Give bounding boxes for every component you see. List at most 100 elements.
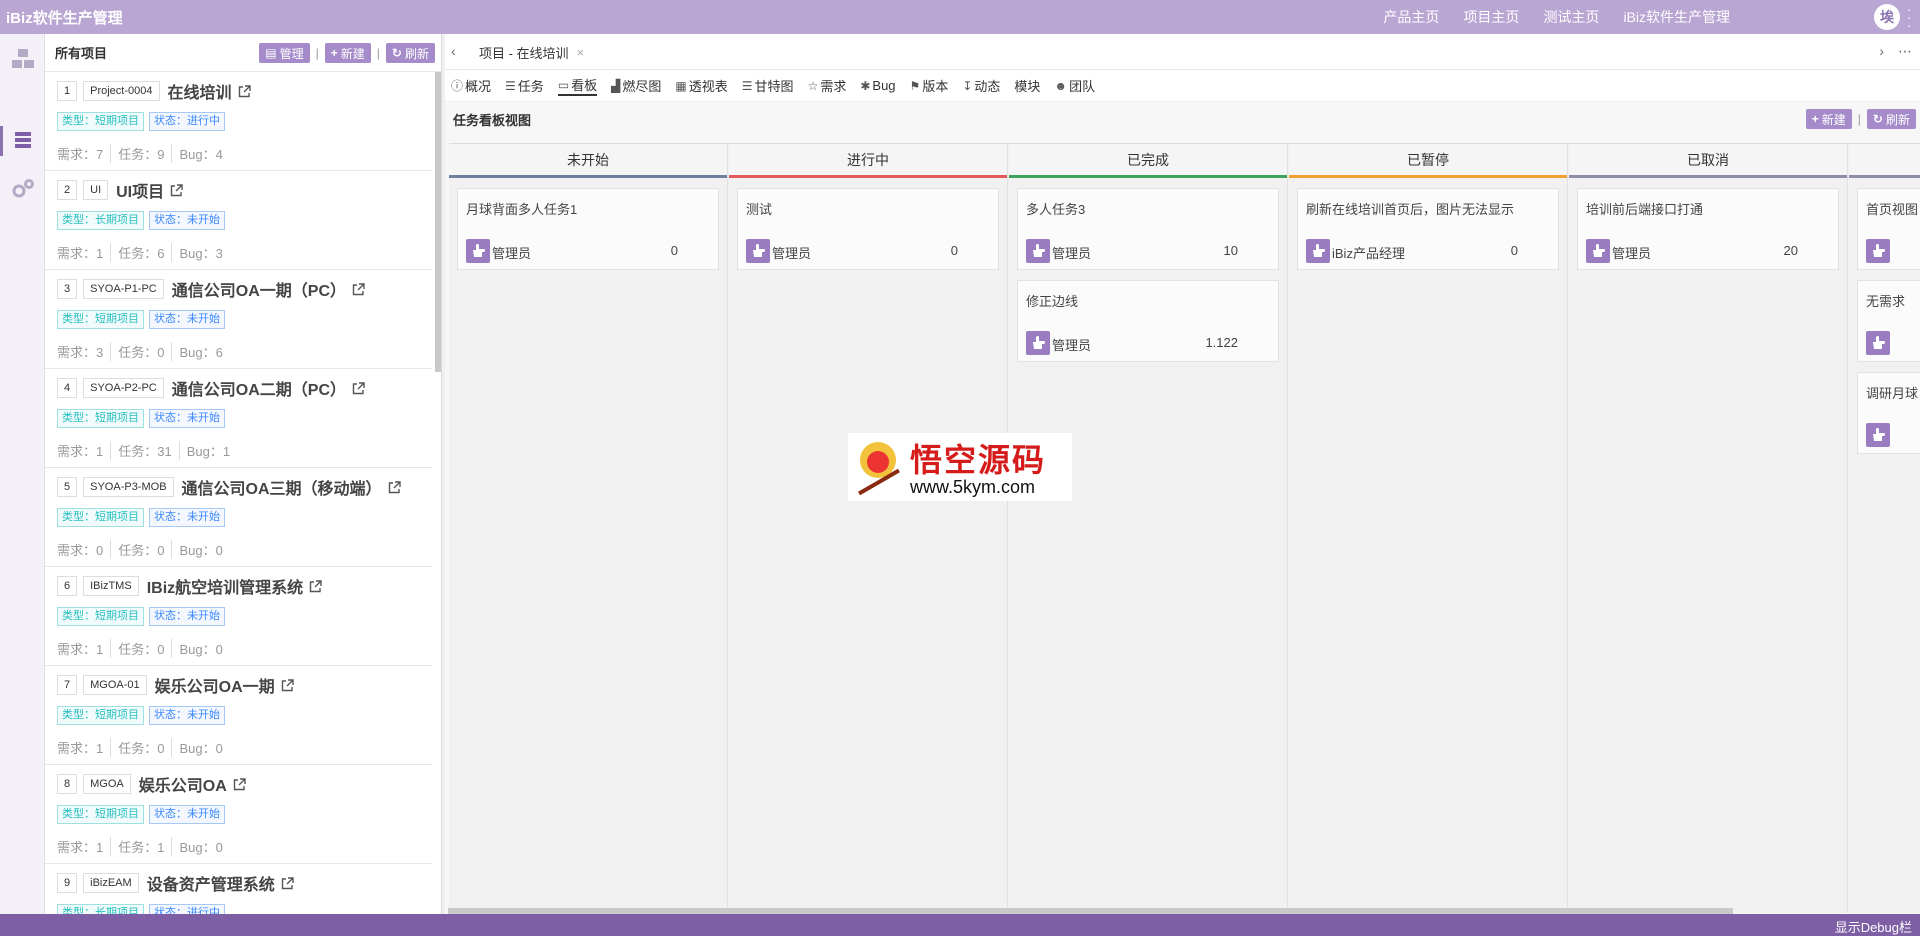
external-link-icon[interactable] [352, 381, 365, 395]
project-name[interactable]: IBiz航空培训管理系统 [147, 574, 303, 598]
kanban-card[interactable]: 修正边线 管理员 1.122 [1017, 280, 1279, 362]
subnav-item[interactable]: ⓘ 概况 [451, 76, 491, 95]
nav-test-home[interactable]: 测试主页 [1543, 7, 1599, 27]
assign-hand-icon[interactable] [1026, 331, 1050, 355]
kanban-column: 进行中 测试 管理员 0 [729, 144, 1008, 913]
task-count: 任务：1 [110, 837, 171, 856]
external-link-icon[interactable] [352, 282, 365, 296]
assign-hand-icon[interactable] [1866, 423, 1890, 447]
external-link-icon[interactable] [388, 480, 401, 494]
subnav-item[interactable]: ☆ 需求 [808, 76, 847, 95]
card-title: 月球背面多人任务1 [466, 202, 578, 217]
kanban-card[interactable]: 无需求 [1857, 280, 1920, 362]
top-bar: iBiz软件生产管理 产品主页 项目主页 测试主页 iBiz软件生产管理 埃 ·… [0, 0, 1920, 34]
card-assignee: 管理员 [1612, 246, 1652, 261]
project-list-item[interactable]: 2 UI UI项目 类型：长期项目 状态：未开始 需求：1 任务：6 Bug：3 [45, 171, 432, 270]
assign-hand-icon[interactable] [1306, 239, 1330, 263]
more-vertical-icon[interactable]: · · · [1905, 2, 1913, 32]
list-icon[interactable] [8, 126, 38, 156]
external-link-icon[interactable] [309, 579, 322, 593]
subnav-item[interactable]: 模块 [1014, 76, 1040, 95]
nav-product-home[interactable]: 产品主页 [1383, 7, 1439, 27]
subnav-item[interactable]: ↧ 动态 [962, 76, 1000, 95]
watermark-text: 悟空源码 [910, 441, 1047, 479]
project-list-item[interactable]: 1 Project-0004 在线培训 类型：短期项目 状态：进行中 需求：7 任务：9 Bu… [45, 72, 432, 171]
project-name[interactable]: 通信公司OA一期（PC） [172, 277, 346, 301]
assign-hand-icon[interactable] [1866, 331, 1890, 355]
close-icon[interactable]: × [577, 45, 585, 60]
subnav-item[interactable]: ▭ 看板 [557, 75, 598, 96]
chevron-left-icon[interactable]: ‹ [451, 43, 456, 59]
project-name[interactable]: 娱乐公司OA一期 [155, 673, 275, 697]
project-name[interactable]: 在线培训 [168, 79, 232, 103]
project-list-item[interactable]: 4 SYOA-P2-PC 通信公司OA二期（PC） 类型：短期项目 状态：未开始 需求：1… [45, 369, 432, 468]
tab-project[interactable]: 项目 - 在线培训 × [469, 34, 594, 70]
project-list-item[interactable]: 3 SYOA-P1-PC 通信公司OA一期（PC） 类型：短期项目 状态：未开始 需求：3… [45, 270, 432, 369]
assign-hand-icon[interactable] [466, 239, 490, 263]
external-link-icon[interactable] [281, 876, 294, 890]
debug-toggle[interactable]: 显示Debug栏 [1835, 917, 1912, 936]
project-list-item[interactable]: 6 IBizTMS IBiz航空培训管理系统 类型：短期项目 状态：未开始 需求：1 任务：… [45, 567, 432, 666]
assign-hand-icon[interactable] [1026, 239, 1050, 263]
cubes-icon[interactable] [8, 44, 38, 74]
manage-button[interactable]: ▤ 管理 [259, 43, 310, 63]
kanban-card[interactable]: 月球背面多人任务1 管理员 0 [457, 188, 719, 270]
assign-hand-icon[interactable] [1866, 239, 1890, 263]
kanban-column: 未开始 月球背面多人任务1 管理员 0 [449, 144, 728, 913]
chevron-right-icon[interactable]: › [1879, 43, 1884, 59]
project-status-tag: 状态：未开始 [149, 409, 225, 428]
kanban-column-header: 已取消 [1569, 144, 1847, 178]
new-project-button[interactable]: + 新建 [324, 43, 371, 63]
kanban-card[interactable]: 培训前后端接口打通 管理员 20 [1577, 188, 1839, 270]
subnav-item[interactable]: ☰ 甘特图 [742, 76, 794, 95]
project-list-item[interactable]: 7 MGOA-01 娱乐公司OA一期 类型：短期项目 状态：未开始 需求：1 任务：0 Bug… [45, 666, 432, 765]
project-name[interactable]: UI项目 [116, 178, 164, 202]
kanban-card[interactable]: 多人任务3 管理员 10 [1017, 188, 1279, 270]
project-name[interactable]: 设备资产管理系统 [147, 871, 275, 895]
kanban-card[interactable]: 调研月球 [1857, 372, 1920, 454]
nav-ibiz-home[interactable]: iBiz软件生产管理 [1623, 7, 1730, 27]
external-link-icon[interactable] [233, 777, 246, 791]
refresh-list-button[interactable]: ↻ 刷新 [385, 43, 435, 63]
subnav-item[interactable]: ☻ 团队 [1054, 76, 1095, 95]
project-list-item[interactable]: 8 MGOA 娱乐公司OA 类型：短期项目 状态：未开始 需求：1 任务：1 Bug：0 [45, 765, 432, 864]
more-horizontal-icon[interactable]: ⋯ [1898, 43, 1912, 60]
external-link-icon[interactable] [170, 183, 183, 197]
subnav-label: Bug [872, 78, 896, 93]
project-list[interactable]: 1 Project-0004 在线培训 类型：短期项目 状态：进行中 需求：7 任务：9 Bu… [45, 72, 442, 914]
project-list-item[interactable]: 9 iBizEAM 设备资产管理系统 类型：长期项目 状态：进行中 [45, 864, 432, 914]
kanban-card[interactable]: 测试 管理员 0 [737, 188, 999, 270]
project-name[interactable]: 通信公司OA三期（移动端） [182, 475, 382, 499]
external-link-icon[interactable] [281, 678, 294, 692]
assign-hand-icon[interactable] [746, 239, 770, 263]
subnav-item[interactable]: ☰ 任务 [505, 76, 544, 95]
subnav-item[interactable]: ⚑ 版本 [910, 76, 949, 95]
project-name[interactable]: 通信公司OA二期（PC） [172, 376, 346, 400]
kanban-card[interactable]: 刷新在线培训首页后，图片无法显示 iBiz产品经理 0 [1297, 188, 1559, 270]
subnav-label: 需求 [820, 79, 847, 94]
project-list-header: 所有项目 ▤ 管理 | + 新建 | ↻ 刷新 [45, 34, 441, 72]
gears-icon[interactable] [8, 174, 38, 204]
project-list-panel: 所有项目 ▤ 管理 | + 新建 | ↻ 刷新 1 Project-0004 在线培训 类型… [45, 34, 442, 914]
project-status-tag: 状态：未开始 [149, 607, 225, 626]
card-value: 20 [1783, 243, 1798, 258]
subnav-item[interactable]: ▦ 透视表 [675, 76, 727, 95]
subnav-label: 概况 [465, 79, 492, 94]
subnav-icon: ☻ [1054, 78, 1068, 93]
list-scrollbar[interactable] [435, 72, 441, 372]
subnav-item[interactable]: ✱ Bug [860, 78, 895, 93]
subnav-item[interactable]: ▟ 燃尽图 [611, 76, 661, 95]
project-name[interactable]: 娱乐公司OA [139, 772, 227, 796]
external-link-icon[interactable] [238, 84, 251, 98]
card-title: 多人任务3 [1026, 202, 1086, 217]
new-task-button[interactable]: + 新建 [1805, 109, 1852, 129]
avatar[interactable]: 埃 [1874, 4, 1900, 30]
kanban-column-header: 已完成 [1009, 144, 1287, 178]
project-status-tag: 状态：未开始 [149, 211, 225, 230]
nav-project-home[interactable]: 项目主页 [1463, 7, 1519, 27]
refresh-board-button[interactable]: ↻ 刷新 [1866, 109, 1916, 129]
project-status-tag: 状态：未开始 [149, 805, 225, 824]
assign-hand-icon[interactable] [1586, 239, 1610, 263]
kanban-card[interactable]: 首页视图 [1857, 188, 1920, 270]
project-list-item[interactable]: 5 SYOA-P3-MOB 通信公司OA三期（移动端） 类型：短期项目 状态：未开始 需求… [45, 468, 432, 567]
